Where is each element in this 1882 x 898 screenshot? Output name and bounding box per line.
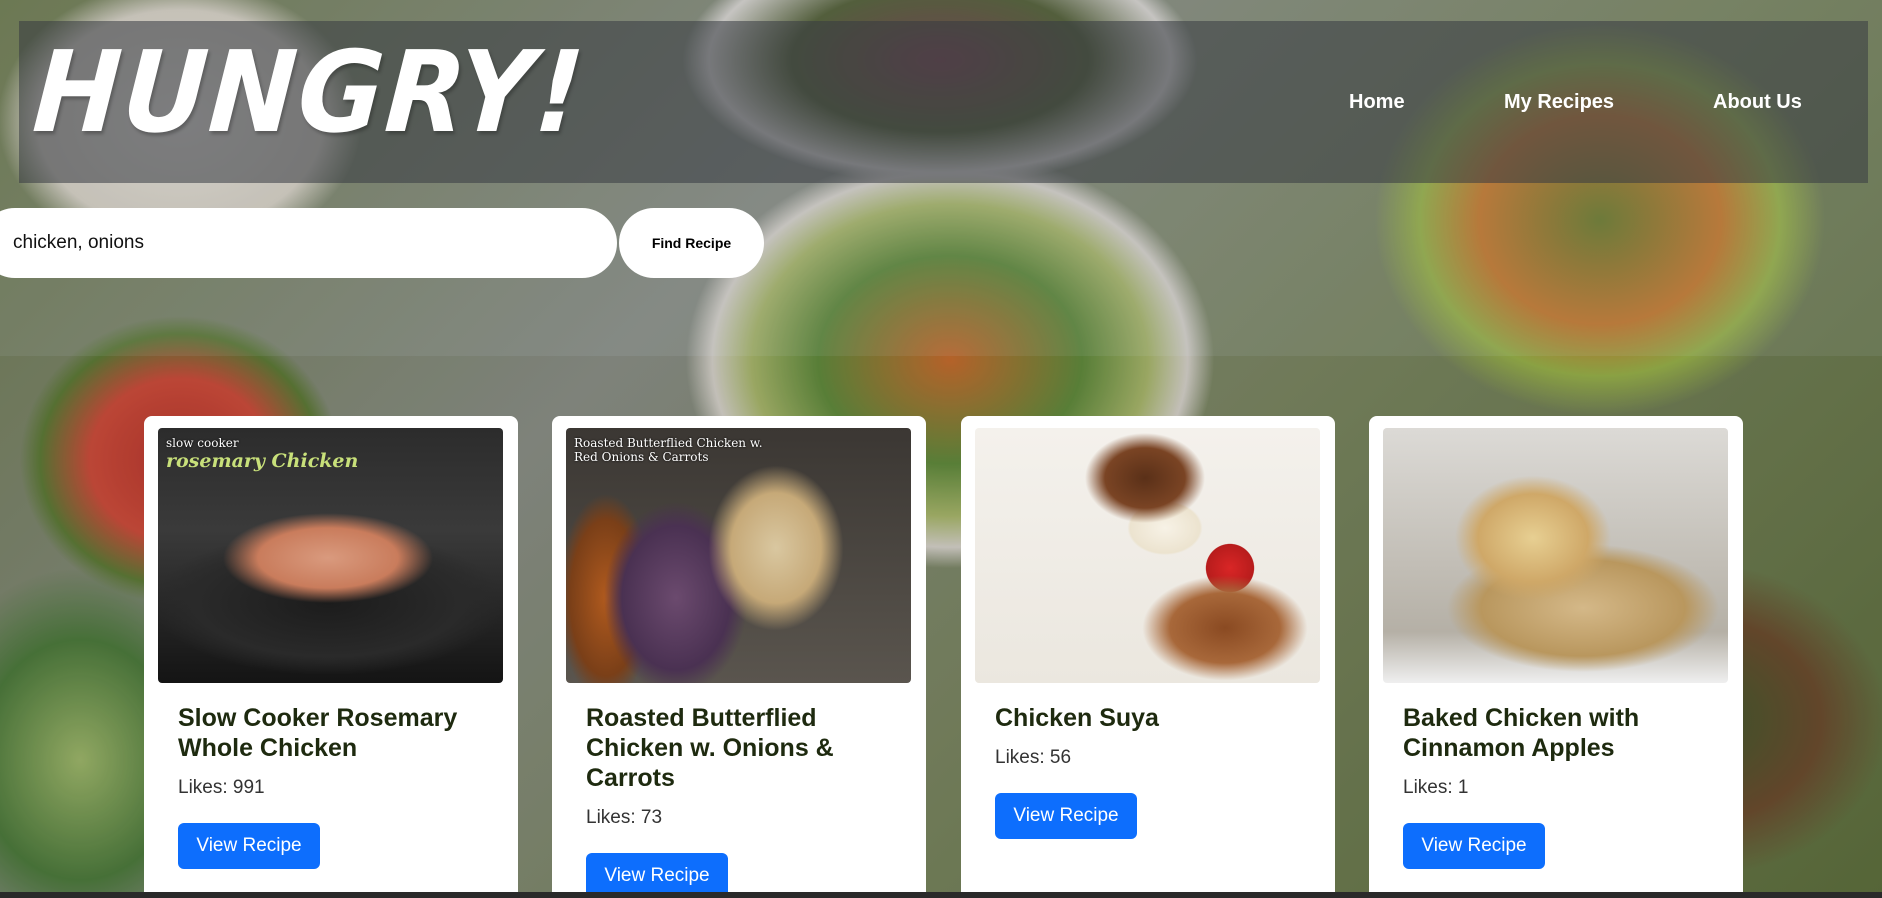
view-recipe-button[interactable]: View Recipe xyxy=(178,823,320,869)
recipe-image[interactable]: Roasted Butterflied Chicken w. Red Onion… xyxy=(566,428,911,683)
recipe-title: Slow Cooker Rosemary Whole Chicken xyxy=(178,704,458,762)
recipe-card: Roasted Butterflied Chicken w. Red Onion… xyxy=(552,416,926,898)
find-recipe-button[interactable]: Find Recipe xyxy=(619,208,764,278)
image-caption-title: rosemary Chicken xyxy=(166,450,359,472)
recipe-card: Chicken Suya Likes: 56 View Recipe xyxy=(961,416,1335,898)
recipe-likes: Likes: 991 xyxy=(178,777,265,798)
nav-about-us-link[interactable]: About Us xyxy=(1713,90,1802,114)
recipe-likes: Likes: 1 xyxy=(1403,777,1469,798)
recipe-title: Roasted Butterflied Chicken w. Onions & … xyxy=(586,704,834,792)
recipe-image[interactable] xyxy=(1383,428,1728,683)
recipe-card: Baked Chicken with Cinnamon Apples Likes… xyxy=(1369,416,1743,898)
view-recipe-button[interactable]: View Recipe xyxy=(995,793,1137,839)
recipe-likes: Likes: 73 xyxy=(586,807,663,828)
image-caption: Roasted Butterflied Chicken w. Red Onion… xyxy=(574,436,763,464)
recipe-title: Baked Chicken with Cinnamon Apples xyxy=(1403,704,1640,762)
nav-home-link[interactable]: Home xyxy=(1349,90,1405,114)
image-caption: slow cooker xyxy=(166,436,239,450)
nav-my-recipes-link[interactable]: My Recipes xyxy=(1504,90,1614,114)
recipe-image[interactable]: slow cooker rosemary Chicken xyxy=(158,428,503,683)
recipe-card: slow cooker rosemary Chicken Slow Cooker… xyxy=(144,416,518,898)
page: HUNGRY! Home My Recipes About Us Find Re… xyxy=(0,0,1882,898)
recipe-title: Chicken Suya xyxy=(995,704,1159,732)
recipe-likes: Likes: 56 xyxy=(995,747,1072,768)
recipe-image[interactable] xyxy=(975,428,1320,683)
main-nav: Home My Recipes About Us xyxy=(0,90,1882,120)
view-recipe-button[interactable]: View Recipe xyxy=(1403,823,1545,869)
bottom-edge xyxy=(0,892,1882,898)
ingredient-search-input[interactable] xyxy=(0,208,617,278)
